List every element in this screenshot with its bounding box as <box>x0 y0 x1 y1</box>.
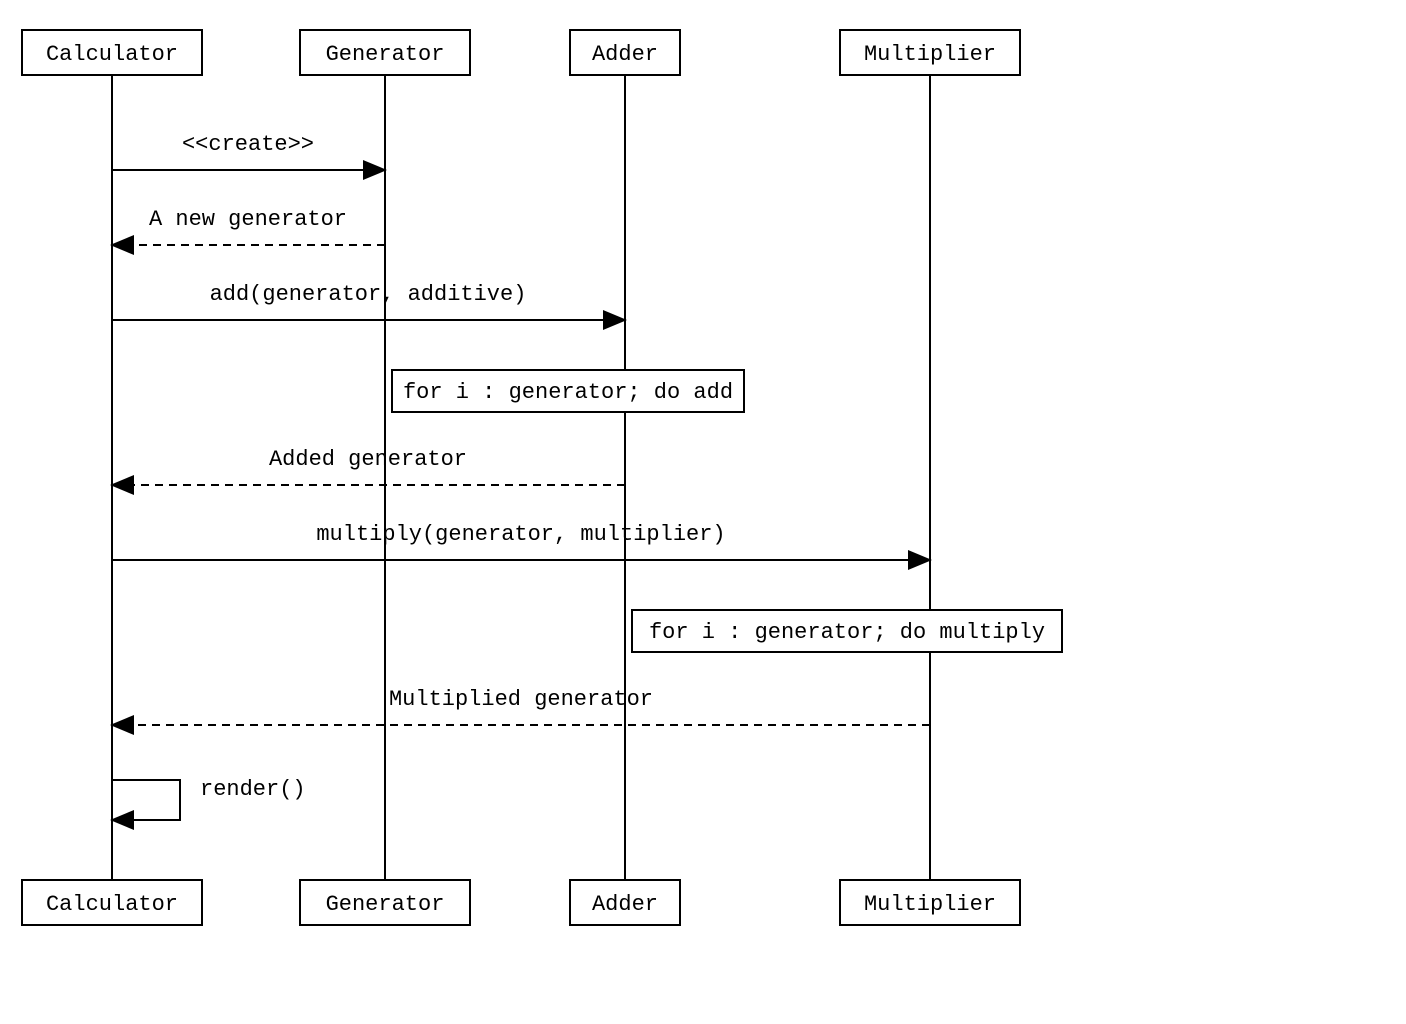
message-label: <<create>> <box>182 132 314 157</box>
message-label: A new generator <box>149 207 347 232</box>
message-label: multiply(generator, multiplier) <box>316 522 725 547</box>
message-multiply: multiply(generator, multiplier) <box>112 522 930 560</box>
note-label: for i : generator; do add <box>403 380 733 405</box>
participant-label: Multiplier <box>864 42 996 67</box>
message-new-generator: A new generator <box>112 207 385 245</box>
participant-label: Adder <box>592 42 658 67</box>
participant-multiplier-top: Multiplier <box>840 30 1020 75</box>
note-add-loop: for i : generator; do add <box>392 370 744 412</box>
message-label: Added generator <box>269 447 467 472</box>
participant-label: Generator <box>326 892 445 917</box>
sequence-diagram: Calculator Generator Adder Multiplier <<… <box>0 0 1406 1024</box>
note-multiply-loop: for i : generator; do multiply <box>632 610 1062 652</box>
message-label: add(generator, additive) <box>210 282 527 307</box>
message-render-self: render() <box>112 777 306 820</box>
message-create: <<create>> <box>112 132 385 170</box>
note-label: for i : generator; do multiply <box>649 620 1045 645</box>
participant-multiplier-bottom: Multiplier <box>840 880 1020 925</box>
message-multiplied-generator: Multiplied generator <box>112 687 930 725</box>
participant-adder-top: Adder <box>570 30 680 75</box>
message-label: Multiplied generator <box>389 687 653 712</box>
participant-generator-top: Generator <box>300 30 470 75</box>
participant-label: Calculator <box>46 42 178 67</box>
participant-generator-bottom: Generator <box>300 880 470 925</box>
participant-label: Multiplier <box>864 892 996 917</box>
message-label: render() <box>200 777 306 802</box>
participant-label: Adder <box>592 892 658 917</box>
participant-label: Generator <box>326 42 445 67</box>
message-added-generator: Added generator <box>112 447 625 485</box>
participant-adder-bottom: Adder <box>570 880 680 925</box>
participant-calculator-bottom: Calculator <box>22 880 202 925</box>
participant-calculator-top: Calculator <box>22 30 202 75</box>
message-add: add(generator, additive) <box>112 282 625 320</box>
participant-label: Calculator <box>46 892 178 917</box>
